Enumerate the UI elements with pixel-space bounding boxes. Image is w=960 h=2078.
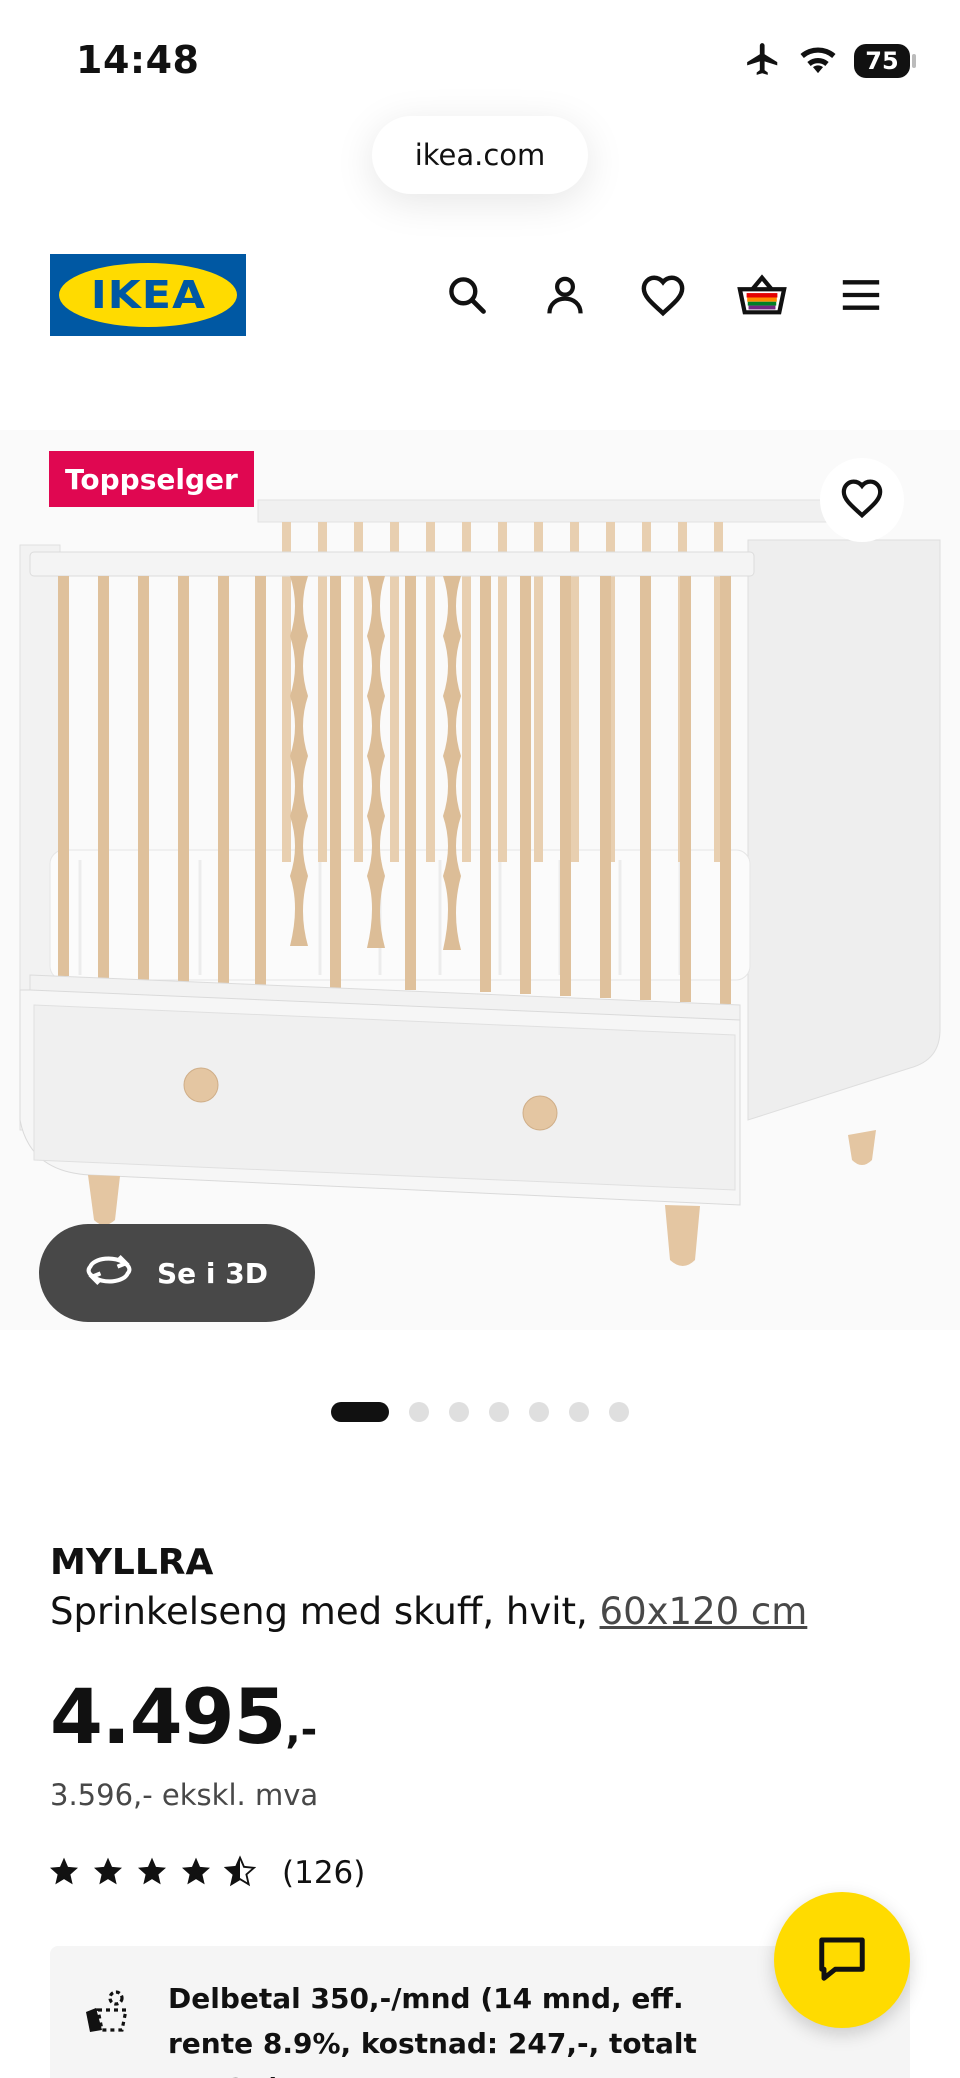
product-price: 4.495 ,- bbox=[50, 1675, 317, 1785]
ikea-logo[interactable]: IKEA bbox=[50, 254, 246, 336]
half-star-icon bbox=[223, 1855, 257, 1891]
carousel-dot[interactable] bbox=[449, 1402, 469, 1422]
search-icon[interactable] bbox=[442, 270, 492, 320]
carousel-dot[interactable] bbox=[569, 1402, 589, 1422]
carousel-dot[interactable] bbox=[609, 1402, 629, 1422]
logo-text: IKEA bbox=[90, 273, 206, 317]
airplane-mode-icon bbox=[744, 40, 782, 82]
status-time: 14:48 bbox=[76, 38, 200, 82]
site-header: IKEA bbox=[0, 250, 960, 340]
star-icon bbox=[92, 1855, 124, 1891]
carousel-dot[interactable] bbox=[489, 1402, 509, 1422]
star-icon bbox=[48, 1855, 80, 1891]
basket-icon[interactable] bbox=[737, 270, 787, 320]
wifi-icon bbox=[798, 42, 838, 80]
view-in-3d-button[interactable]: Se i 3D bbox=[39, 1224, 315, 1322]
installment-icon bbox=[80, 1986, 136, 2042]
add-to-favourites-button[interactable] bbox=[820, 458, 904, 542]
star-icon bbox=[180, 1855, 212, 1891]
rating-count: (126) bbox=[282, 1855, 366, 1891]
chat-icon bbox=[815, 1933, 869, 1987]
installment-text: Delbetal 350,-/mnd (14 mnd, eff. rente 8… bbox=[168, 1982, 697, 2078]
top-seller-badge: Toppselger bbox=[49, 451, 254, 507]
product-size-link[interactable]: 60x120 cm bbox=[600, 1590, 808, 1633]
product-image[interactable] bbox=[0, 430, 960, 1330]
product-description-text: Sprinkelseng med skuff, hvit, bbox=[50, 1590, 600, 1633]
favourites-icon[interactable] bbox=[638, 270, 688, 320]
chat-button[interactable] bbox=[774, 1892, 910, 2028]
url-bar[interactable]: ikea.com bbox=[372, 116, 588, 194]
rotate-3d-icon bbox=[83, 1253, 135, 1294]
view-in-3d-label: Se i 3D bbox=[157, 1256, 268, 1290]
product-description: Sprinkelseng med skuff, hvit, 60x120 cm bbox=[50, 1590, 807, 1633]
carousel-dot[interactable] bbox=[409, 1402, 429, 1422]
status-icons: 75 bbox=[744, 40, 916, 82]
logo-oval: IKEA bbox=[59, 263, 237, 327]
carousel-dot[interactable] bbox=[331, 1402, 389, 1422]
account-icon[interactable] bbox=[540, 270, 590, 320]
url-text: ikea.com bbox=[414, 138, 546, 172]
menu-icon[interactable] bbox=[836, 270, 886, 320]
heart-icon bbox=[840, 478, 884, 522]
price-excluding-vat: 3.596,- ekskl. mva bbox=[50, 1778, 319, 1812]
carousel-dot[interactable] bbox=[529, 1402, 549, 1422]
price-suffix: ,- bbox=[285, 1707, 318, 1753]
image-carousel-indicator bbox=[0, 1400, 960, 1424]
status-bar: 14:48 75 bbox=[0, 0, 960, 110]
battery-indicator: 75 bbox=[854, 44, 916, 78]
price-amount: 4.495 bbox=[50, 1672, 286, 1761]
star-icon bbox=[136, 1855, 168, 1891]
product-name: MYLLRA bbox=[50, 1542, 214, 1583]
product-rating[interactable]: (126) bbox=[48, 1855, 365, 1891]
